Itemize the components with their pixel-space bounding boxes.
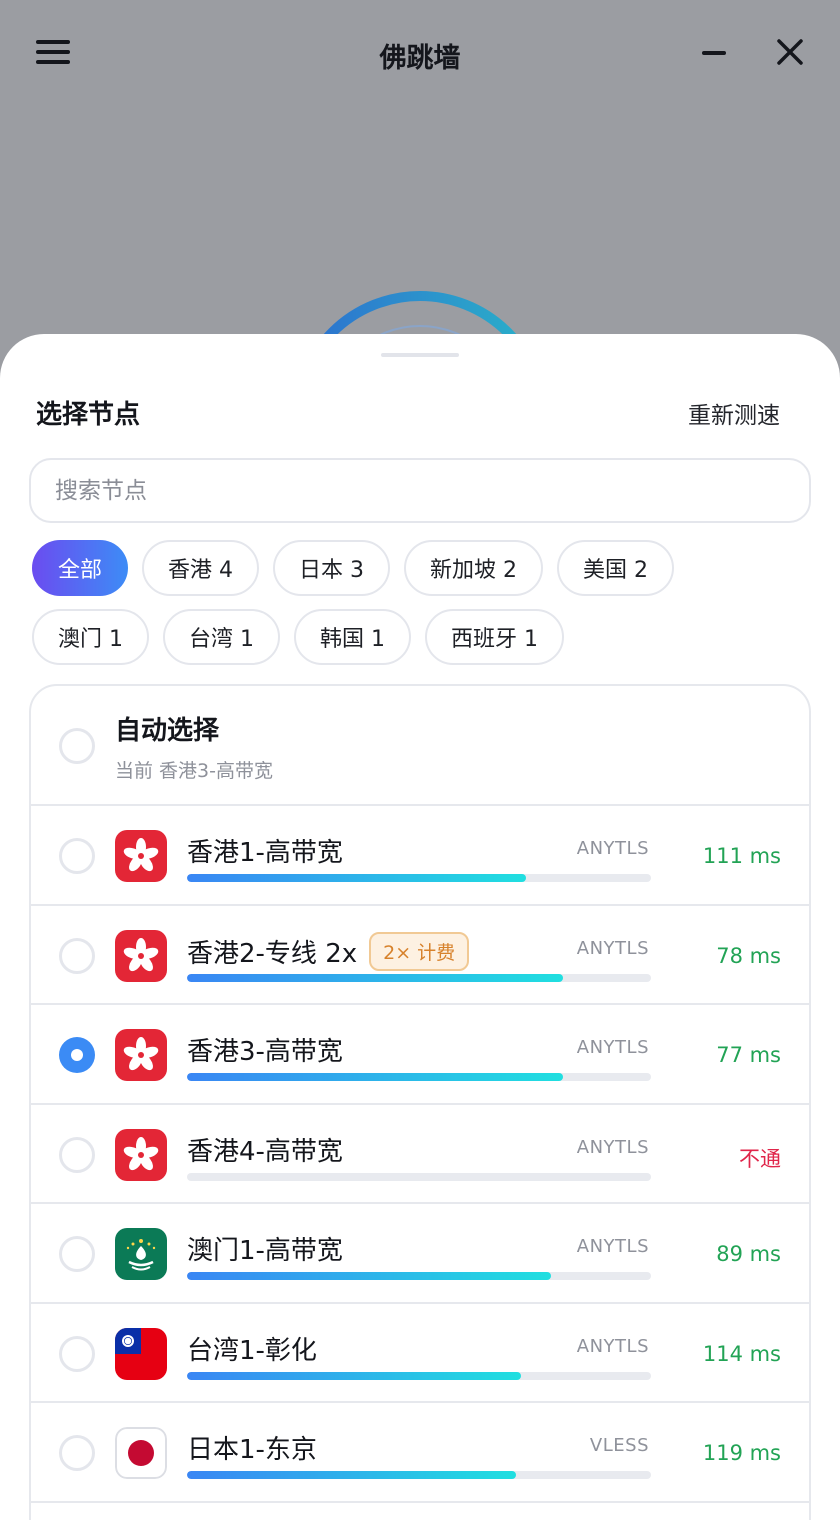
minimize-icon[interactable]: [700, 38, 728, 66]
node-radio[interactable]: [59, 1037, 95, 1073]
node-radio[interactable]: [59, 1136, 95, 1173]
node-latency: 111 ms: [702, 844, 781, 868]
billing-badge: 2× 计费: [369, 931, 470, 971]
node-name: 澳门1-高带宽: [187, 1236, 343, 1266]
node-radio[interactable]: [59, 1335, 95, 1372]
filter-chip-all[interactable]: 全部: [32, 540, 129, 596]
node-name: 香港2-专线 2x: [187, 938, 358, 969]
quality-bar-fill: [187, 1073, 563, 1081]
filter-chip-japan[interactable]: 日本 3: [273, 540, 391, 596]
quality-bar-fill: [187, 1272, 552, 1280]
node-protocol: ANYTLS: [576, 1037, 649, 1058]
node-name-wrap: 台湾1-彰化: [187, 1330, 317, 1367]
quality-bar: [187, 1371, 651, 1380]
node-name: 香港1-高带宽: [187, 838, 343, 868]
chip-row: 澳门 1 台湾 1 韩国 1 西班牙 1: [32, 609, 812, 665]
retest-button[interactable]: 重新测速: [688, 396, 780, 430]
node-name-wrap: 香港1-高带宽: [187, 832, 343, 869]
node-protocol: ANYTLS: [576, 838, 649, 859]
node-radio[interactable]: [59, 937, 95, 974]
quality-bar: [187, 874, 651, 882]
auto-select-radio[interactable]: [59, 728, 95, 764]
filter-chip-usa[interactable]: 美国 2: [557, 540, 675, 596]
search-input[interactable]: [29, 458, 811, 523]
region-filter-chips: 全部 香港 4 日本 3 新加坡 2 美国 2 澳门 1 台湾 1 韩国 1 西…: [32, 540, 812, 678]
node-latency: 114 ms: [702, 1341, 781, 1366]
app-header: 佛跳墙: [0, 0, 840, 110]
app-window: 佛跳墙 选择节点 重新测速 全部 香港 4 日本 3 新加坡 2 美国 2: [0, 0, 840, 1520]
quality-bar-fill: [187, 1471, 517, 1479]
node-row[interactable]: 香港3-高带宽 ANYTLS 77 ms: [31, 1005, 809, 1105]
taiwan-flag-icon: [115, 1327, 167, 1380]
auto-select-title: 自动选择: [115, 716, 220, 746]
sheet-title: 选择节点: [36, 400, 141, 430]
quality-bar-fill: [187, 874, 526, 882]
node-row[interactable]: 香港2-专线 2x 2× 计费 ANYTLS 78 ms: [31, 906, 809, 1005]
quality-bar-fill: [187, 973, 563, 982]
japan-flag-icon: [115, 1427, 167, 1479]
node-protocol: ANYTLS: [576, 1136, 649, 1158]
node-protocol: ANYTLS: [576, 937, 649, 959]
quality-bar: [187, 1272, 651, 1280]
macau-flag-icon: [115, 1228, 167, 1280]
node-protocol: VLESS: [589, 1435, 649, 1456]
node-row[interactable]: 台湾1-彰化 ANYTLS 114 ms: [31, 1304, 809, 1403]
quality-bar: [187, 1073, 651, 1081]
quality-bar-fill: [187, 1371, 522, 1380]
node-latency: 119 ms: [702, 1441, 781, 1465]
node-row[interactable]: 香港1-高带宽 ANYTLS 111 ms: [31, 806, 809, 906]
quality-bar: [187, 973, 651, 982]
sheet-drag-handle[interactable]: [381, 353, 459, 357]
node-row[interactable]: 日本1-东京 VLESS 119 ms: [31, 1403, 809, 1503]
auto-select-row[interactable]: 自动选择 当前 香港3-高带宽: [31, 686, 809, 806]
filter-chip-hongkong[interactable]: 香港 4: [142, 540, 260, 596]
node-name: 香港4-高带宽: [187, 1136, 343, 1167]
node-latency: 不通: [739, 1146, 781, 1171]
node-radio[interactable]: [59, 838, 95, 874]
node-name-wrap: 香港3-高带宽: [187, 1031, 343, 1068]
filter-chip-singapore[interactable]: 新加坡 2: [404, 540, 544, 596]
node-latency: 89 ms: [716, 1242, 781, 1266]
auto-select-current: 当前 香港3-高带宽: [115, 760, 273, 782]
node-name-wrap: 香港2-专线 2x 2× 计费: [187, 931, 470, 971]
hongkong-flag-icon: [115, 1128, 167, 1181]
close-icon[interactable]: [776, 38, 804, 66]
quality-bar: [187, 1172, 651, 1181]
node-row[interactable]: 澳门1-高带宽 ANYTLS 89 ms: [31, 1204, 809, 1304]
hongkong-flag-icon: [115, 929, 167, 982]
node-name: 台湾1-彰化: [187, 1335, 317, 1366]
node-protocol: ANYTLS: [576, 1335, 649, 1357]
node-latency: 78 ms: [716, 943, 781, 968]
node-radio[interactable]: [59, 1435, 95, 1471]
filter-chip-macau[interactable]: 澳门 1: [32, 609, 149, 665]
filter-chip-spain[interactable]: 西班牙 1: [425, 609, 564, 665]
node-row[interactable]: 香港4-高带宽 ANYTLS 不通: [31, 1105, 809, 1204]
quality-bar: [187, 1471, 651, 1479]
chip-row: 全部 香港 4 日本 3 新加坡 2 美国 2: [32, 540, 812, 596]
node-name-wrap: 香港4-高带宽: [187, 1131, 343, 1168]
node-name-wrap: 日本1-东京: [187, 1429, 317, 1466]
filter-chip-korea[interactable]: 韩国 1: [294, 609, 411, 665]
node-selector-sheet: 选择节点 重新测速 全部 香港 4 日本 3 新加坡 2 美国 2 澳门 1 台…: [0, 334, 840, 1520]
node-name-wrap: 澳门1-高带宽: [187, 1230, 343, 1267]
hongkong-flag-icon: [115, 830, 167, 882]
node-latency: 77 ms: [716, 1043, 781, 1067]
node-name: 日本1-东京: [187, 1435, 317, 1465]
node-protocol: ANYTLS: [576, 1236, 649, 1257]
node-name: 香港3-高带宽: [187, 1037, 343, 1067]
filter-chip-taiwan[interactable]: 台湾 1: [163, 609, 280, 665]
node-radio[interactable]: [59, 1236, 95, 1272]
node-list: 自动选择 当前 香港3-高带宽 香港1-高带宽 ANYTLS 111 ms 香港2-专…: [29, 684, 811, 1520]
node-rows: 香港1-高带宽 ANYTLS 111 ms 香港2-专线 2x 2× 计费 ANYTLS 7…: [31, 806, 809, 1503]
hongkong-flag-icon: [115, 1029, 167, 1081]
